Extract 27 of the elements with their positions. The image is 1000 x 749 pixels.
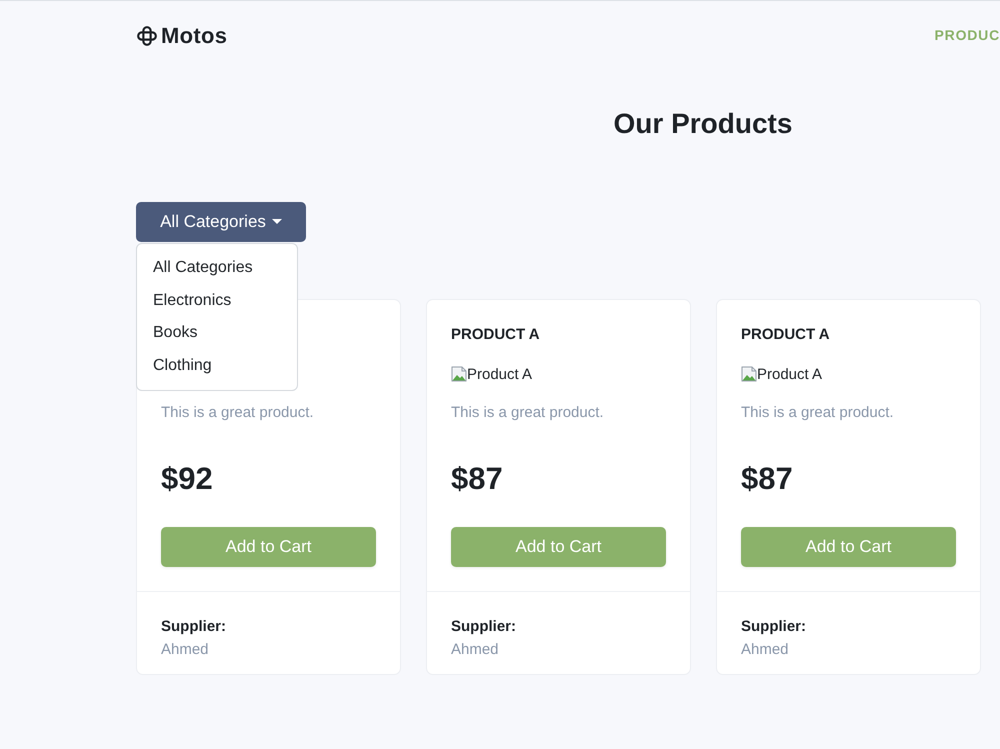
category-dropdown-button[interactable]: All Categories [136, 202, 306, 242]
supplier-label: Supplier: [741, 617, 808, 637]
dropdown-item[interactable]: Clothing [137, 350, 297, 382]
logo-icon [136, 26, 158, 46]
image-alt-text: Product A [467, 366, 532, 382]
product-title: PRODUCT A [451, 325, 541, 345]
logo-text: Motos [161, 23, 228, 49]
product-title: PRODUCT A [741, 325, 831, 345]
supplier-label: Supplier: [161, 617, 228, 637]
product-price: $87 [451, 461, 504, 497]
broken-image-icon [741, 366, 757, 382]
product-description: This is a great product. [741, 403, 895, 423]
product-price: $92 [161, 461, 214, 497]
product-description: This is a great product. [161, 403, 315, 423]
caret-icon [272, 218, 282, 224]
image-alt-text: Product A [757, 366, 822, 382]
supplier-label: Supplier: [451, 617, 518, 637]
supplier-name: Ahmed [161, 640, 210, 660]
dropdown-item[interactable]: Electronics [137, 284, 297, 317]
page-title: Our Products [612, 107, 794, 141]
supplier-name: Ahmed [451, 640, 500, 660]
product-price: $87 [741, 461, 794, 497]
supplier-name: Ahmed [741, 640, 790, 660]
broken-image-icon [451, 366, 467, 382]
dropdown-item[interactable]: All Categories [137, 252, 297, 284]
dropdown-item[interactable]: Books [137, 317, 297, 350]
product-description: This is a great product. [451, 403, 605, 423]
